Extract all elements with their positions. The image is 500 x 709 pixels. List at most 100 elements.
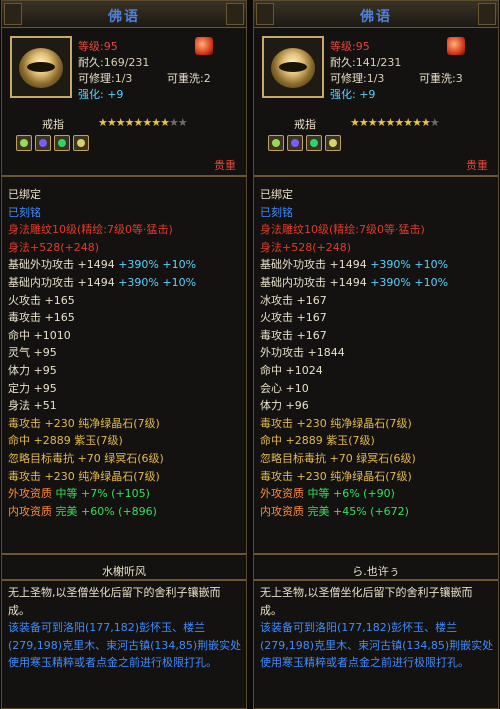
precious-label: 贵重 [214, 159, 236, 172]
attribute-line: 冰攻击 +167 [260, 292, 494, 310]
attribute-text: 命中 +1024 [260, 363, 323, 377]
precious-label: 贵重 [466, 159, 488, 172]
star-filled-icon: ★ [394, 116, 404, 129]
attribute-text: 火攻击 +165 [8, 293, 75, 307]
attribute-line: 外攻资质 中等 +6% (+90) [260, 485, 494, 503]
attribute-line: 已绑定 [260, 186, 494, 204]
attribute-line: 身法+528(+248) [260, 239, 494, 257]
description-paragraph: 该装备可到洛阳(177,182)彭怀玉、楼兰(279,198)克里木、束河古镇(… [260, 621, 494, 670]
attribute-text: 内攻资质 [260, 504, 308, 518]
item-description: 无上圣物,以圣僧坐化后留下的舍利子镶嵌而成。该装备可到洛阳(177,182)彭怀… [8, 584, 242, 672]
attribute-line: 毒攻击 +165 [8, 309, 242, 327]
attribute-line: 基础内功攻击 +1494 +390% +10% [260, 274, 494, 292]
gem-slot-icon [73, 135, 89, 151]
attribute-text: 已刻铭 [260, 205, 293, 219]
attribute-text: 体力 +95 [8, 363, 57, 377]
attribute-line: 毒攻击 +230 纯净绿晶石(7级) [260, 415, 494, 433]
item-title: 佛语 [108, 9, 140, 25]
gem-slot-icon [306, 135, 322, 151]
attribute-line: 已绑定 [8, 186, 242, 204]
divider [254, 175, 498, 177]
attribute-text: 基础内功攻击 +1494 [8, 275, 119, 289]
attribute-text: 已绑定 [260, 188, 293, 201]
star-filled-icon: ★ [106, 116, 117, 129]
attribute-line: 体力 +96 [260, 397, 494, 415]
gem-slots [268, 135, 341, 151]
attribute-text: 毒攻击 +167 [260, 328, 327, 342]
gem-slot-icon [268, 135, 284, 151]
star-filled-icon: ★ [358, 116, 369, 129]
star-filled-icon: ★ [350, 116, 360, 129]
divider [2, 579, 246, 581]
attribute-line: 命中 +2889 紫玉(7级) [8, 432, 242, 450]
level-row: 等级:95 [78, 40, 118, 53]
item-stats: 等级:95 耐久:141/231 可修理:1/3 可重洗:3 强化: +9 [330, 39, 463, 103]
enhance-row: 强化: +9 [78, 88, 124, 101]
attribute-text: 毒攻击 +165 [8, 311, 75, 325]
attribute-text: 身法 +51 [8, 399, 57, 413]
attribute-text: 忽略目标毒抗 +70 绿冥石(6级) [260, 451, 416, 465]
gem-slot-icon [287, 135, 303, 151]
star-empty-icon: ★ [169, 116, 179, 129]
attribute-text: 毒攻击 +230 纯净绿晶石(7级) [8, 469, 160, 483]
attribute-text: 已绑定 [8, 188, 41, 201]
enhance-row: 强化: +9 [330, 88, 376, 101]
star-filled-icon: ★ [376, 116, 387, 129]
tooltip-title-bar: 佛语 [2, 1, 246, 28]
star-filled-icon: ★ [115, 116, 126, 129]
attribute-text: 基础内功攻击 +1494 [260, 275, 371, 289]
attribute-text: 身法雕纹10级(精绘:7级0等·猛击) [8, 223, 173, 237]
attribute-line: 已刻铭 [8, 204, 242, 222]
attribute-line: 体力 +95 [8, 362, 242, 380]
repair-row: 可修理:1/3 可重洗:2 [78, 72, 211, 85]
attribute-text: 体力 +96 [260, 399, 309, 413]
tooltip-title-bar: 佛语 [254, 1, 498, 28]
attribute-line: 毒攻击 +230 纯净绿晶石(7级) [8, 468, 242, 486]
attribute-text: 中等 +7% (+105) [55, 487, 150, 501]
attribute-text: 命中 +1010 [8, 328, 71, 342]
description-paragraph: 该装备可到洛阳(177,182)彭怀玉、楼兰(279,198)克里木、束河古镇(… [8, 621, 242, 670]
attribute-text: 毒攻击 +230 纯净绿晶石(7级) [260, 416, 412, 430]
gem-slot-icon [54, 135, 70, 151]
attribute-text: +390% +10% [370, 258, 449, 272]
attribute-text: 忽略目标毒抗 +70 绿冥石(6级) [8, 451, 164, 465]
attribute-text: 内攻资质 [8, 504, 56, 518]
durability-row: 耐久:141/231 [330, 56, 402, 69]
attribute-text: 外攻资质 [8, 487, 56, 501]
ring-icon [19, 48, 63, 88]
owner-name: ら.也许ぅ [352, 565, 400, 578]
attribute-line: 火攻击 +167 [260, 309, 494, 327]
attribute-line: 定力 +95 [8, 380, 242, 398]
attribute-text: 命中 +2889 紫玉(7级) [260, 434, 375, 448]
star-filled-icon: ★ [142, 116, 152, 129]
durability-row: 耐久:169/231 [78, 56, 150, 69]
item-tooltip-panel-left: 佛语 等级:95 耐久:169/231 可修理:1/3 可重洗:2 强化: +9 … [1, 0, 247, 709]
divider [2, 175, 246, 177]
attribute-text: 外攻资质 [260, 487, 308, 501]
attribute-text: 定力 +95 [8, 381, 57, 395]
item-icon [262, 36, 324, 98]
level-row: 等级:95 [330, 40, 370, 53]
attribute-text: 基础外功攻击 +1494 [8, 258, 119, 272]
attribute-line: 身法 +51 [8, 397, 242, 415]
attribute-line: 灵气 +95 [8, 344, 242, 362]
gem-slot-icon [35, 135, 51, 151]
attribute-text: 身法雕纹10级(精绘:7级0等·猛击) [260, 223, 425, 237]
star-filled-icon: ★ [403, 116, 413, 129]
description-paragraph: 无上圣物,以圣僧坐化后留下的舍利子镶嵌而成。 [8, 586, 221, 617]
attribute-text: 外功攻击 +1844 [260, 346, 345, 360]
attribute-text: 毒攻击 +230 纯净绿晶石(7级) [8, 416, 160, 430]
attribute-line: 身法雕纹10级(精绘:7级0等·猛击) [8, 221, 242, 239]
attribute-text: 已刻铭 [8, 205, 41, 219]
attribute-line: 忽略目标毒抗 +70 绿冥石(6级) [260, 450, 494, 468]
star-empty-icon: ★ [429, 116, 440, 129]
attribute-text: 身法+528(+248) [260, 240, 352, 254]
attribute-text: 会心 +10 [260, 381, 309, 395]
attribute-line: 内攻资质 完美 +45% (+672) [260, 503, 494, 521]
attribute-text: 灵气 +95 [8, 346, 57, 360]
attribute-line: 身法雕纹10级(精绘:7级0等·猛击) [260, 221, 494, 239]
attribute-text: 毒攻击 +230 纯净绿晶石(7级) [260, 469, 412, 483]
attribute-line: 基础内功攻击 +1494 +390% +10% [8, 274, 242, 292]
attribute-line: 命中 +2889 紫玉(7级) [260, 432, 494, 450]
item-type: 戒指 [294, 118, 316, 131]
